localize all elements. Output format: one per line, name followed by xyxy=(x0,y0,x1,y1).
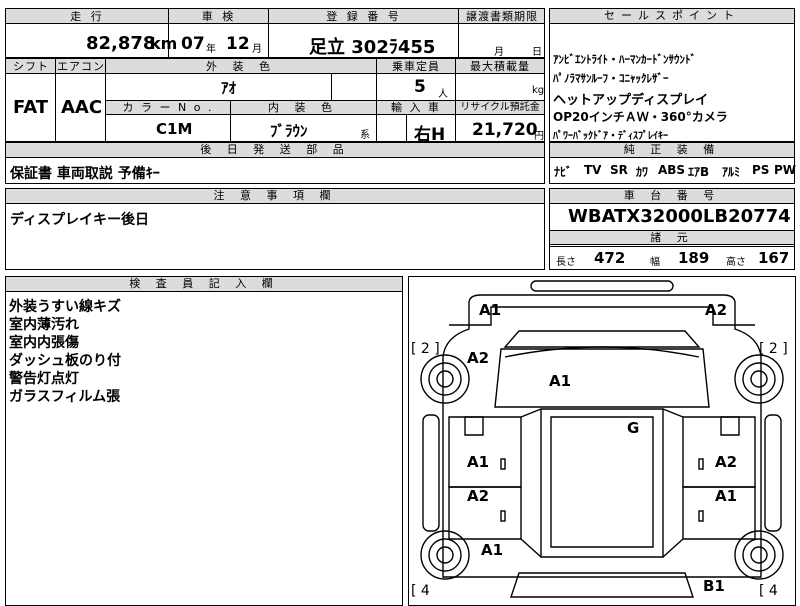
tire-depth-front-left: [ 2 ] xyxy=(411,341,440,357)
height-label: 高さ xyxy=(726,257,746,268)
genuine-item: ｴｱB xyxy=(688,165,710,179)
shift-value: FAT xyxy=(13,97,49,118)
interior-label: 内 装 色 xyxy=(268,101,338,114)
inspector-line: 外装うすい線キズ xyxy=(9,299,121,315)
notes-value: ディスプレイキー後日 xyxy=(10,212,150,228)
damage-mark: A1 xyxy=(467,453,490,471)
plate-label: 登 録 番 号 xyxy=(326,10,402,23)
spec-block: シフト FAT エアコン AAC 外 装 色 ｱｵ 乗車定員 5 人 最大積載量… xyxy=(5,58,545,145)
sales-point-line: OP20インチＡＷ・360°カメラ xyxy=(553,110,728,124)
damage-mark: A1 xyxy=(481,541,504,559)
inspection-year-unit: 年 xyxy=(206,44,216,55)
genuine-equipment-box: 純 正 装 備 ﾅﾋﾞ TV SR ｶﾜ ABS ｴｱB ｱﾙﾐ PS PW xyxy=(549,142,797,184)
height-value: 167 xyxy=(758,249,790,267)
car-diagram xyxy=(420,280,784,598)
recycle-unit: 円 xyxy=(534,131,544,142)
inspector-header: 検 査 員 記 入 欄 xyxy=(6,277,402,292)
length-value: 472 xyxy=(594,249,626,267)
max-load-label: 最大積載量 xyxy=(470,60,530,73)
sales-points-box: セールスポイント ｱﾝﾋﾞｴﾝﾄﾗｲﾄ・ﾊｰﾏﾝｶｰﾄﾞﾝｻｳﾝﾄﾞ ﾊﾟﾉﾗﾏ… xyxy=(549,8,795,142)
damage-mark: A2 xyxy=(715,453,738,471)
genuine-item: TV xyxy=(584,163,602,177)
interior-value: ﾌﾞﾗｳﾝ xyxy=(270,122,308,140)
plate-value: 足立 302ﾗ455 xyxy=(309,37,436,58)
genuine-item: SR xyxy=(610,163,628,177)
mileage-label: 走 行 xyxy=(70,10,105,23)
exterior-value: ｱｵ xyxy=(221,79,237,97)
mileage-value: 82,878 xyxy=(86,33,156,54)
exterior-label: 外 装 色 xyxy=(206,60,276,73)
damage-mark: B1 xyxy=(703,577,725,595)
shift-label: シフト xyxy=(13,60,49,73)
tire-depth-front-right: [ 2 ] xyxy=(759,341,788,357)
transfer-day-unit: 日 xyxy=(532,47,542,58)
color-no-label: カ ラ ー N o . xyxy=(122,101,214,114)
capacity-value: 5 xyxy=(414,77,426,97)
inspector-line: ダッシュ板のり付 xyxy=(9,353,121,369)
genuine-item: ｱﾙﾐ xyxy=(722,165,741,179)
genuine-item: ﾅﾋﾞ xyxy=(554,165,573,179)
damage-mark: A1 xyxy=(549,372,572,390)
inspector-line: ガラスフィルム張 xyxy=(9,389,121,405)
genuine-item: PS xyxy=(752,163,770,177)
later-parts-value: 保証書 車両取説 予備ｷｰ xyxy=(10,166,160,182)
chassis-header: 車 台 番 号 xyxy=(550,189,794,204)
transfer-label: 譲渡書類期限 xyxy=(466,10,538,23)
car-diagram-box: A1 A2 A2 A1 G A1 A2 A2 A1 A1 B1 [ 2 ] [ … xyxy=(408,276,796,606)
recycle-label: リサイクル預託金 xyxy=(460,102,540,113)
inspection-year: 07 xyxy=(181,34,205,54)
genuine-item: ｶﾜ xyxy=(636,165,649,179)
genuine-item: PW xyxy=(774,163,797,177)
genuine-header: 純 正 装 備 xyxy=(550,143,794,158)
sales-point-line: ﾊﾟﾜｰﾊﾞｯｸﾄﾞｱ・ﾃﾞｨｽﾌﾟﾚｲｷｰ xyxy=(553,131,668,142)
inspection-month-unit: 月 xyxy=(252,44,262,55)
damage-mark: A1 xyxy=(715,487,738,505)
transfer-month-unit: 月 xyxy=(494,47,504,58)
capacity-label: 乗車定員 xyxy=(392,60,440,73)
notes-header: 注 意 事 項 欄 xyxy=(6,189,544,204)
inspection-label: 車 検 xyxy=(201,10,237,23)
inspector-line: 室内薄汚れ xyxy=(9,317,79,333)
interior-suffix: 系 xyxy=(360,130,370,141)
sales-points-header: セールスポイント xyxy=(550,9,794,24)
ac-label: エアコン xyxy=(57,60,105,73)
tire-depth-rear-right: [ 4 xyxy=(759,583,778,599)
max-load-unit: kg xyxy=(532,85,545,96)
width-value: 189 xyxy=(678,249,710,267)
sales-point-line: ﾊﾟﾉﾗﾏｻﾝﾙｰﾌ・ｺﾆｬｯｸﾚｻﾞｰ xyxy=(553,72,669,85)
capacity-unit: 人 xyxy=(438,89,448,100)
genuine-item: ABS xyxy=(658,163,686,177)
damage-mark: G xyxy=(627,419,640,437)
ac-value: AAC xyxy=(61,97,103,118)
damage-mark: A2 xyxy=(467,349,490,367)
chassis-box: 車 台 番 号 WBATX32000LB20774 諸 元 長さ 472 幅 1… xyxy=(549,188,795,270)
sales-point-line: ヘットアップディスプレイ xyxy=(553,93,709,108)
damage-mark: A1 xyxy=(479,301,502,319)
inspection-month: 12 xyxy=(226,34,250,54)
sales-point-line: ｱﾝﾋﾞｴﾝﾄﾗｲﾄ・ﾊｰﾏﾝｶｰﾄﾞﾝｻｳﾝﾄﾞ xyxy=(553,53,696,66)
inspector-box: 検 査 員 記 入 欄 外装うすい線キズ 室内薄汚れ 室内内張傷 ダッシュ板のり… xyxy=(5,276,403,606)
tire-depth-rear-left: [ 4 xyxy=(411,583,430,599)
damage-mark: A2 xyxy=(705,301,728,319)
later-parts-header: 後 日 発 送 部 品 xyxy=(6,143,544,158)
recycle-value: 21,720 xyxy=(472,120,538,140)
notes-box: 注 意 事 項 欄 ディスプレイキー後日 xyxy=(5,188,545,270)
later-parts-box: 後 日 発 送 部 品 保証書 車両取説 予備ｷｰ xyxy=(5,142,545,184)
import-label: 輸 入 車 xyxy=(391,101,441,114)
color-no-value: C1M xyxy=(156,120,193,138)
damage-mark: A2 xyxy=(467,487,490,505)
dims-header: 諸 元 xyxy=(550,230,794,245)
header-row: 走 行 82,878 km 車 検 07 年 12 月 登 録 番 号 足立 3… xyxy=(5,8,545,58)
inspector-line: 警告灯点灯 xyxy=(9,371,79,387)
width-label: 幅 xyxy=(650,257,660,268)
length-label: 長さ xyxy=(556,257,576,268)
inspector-line: 室内内張傷 xyxy=(9,335,79,351)
chassis-number: WBATX32000LB20774 xyxy=(568,206,791,227)
